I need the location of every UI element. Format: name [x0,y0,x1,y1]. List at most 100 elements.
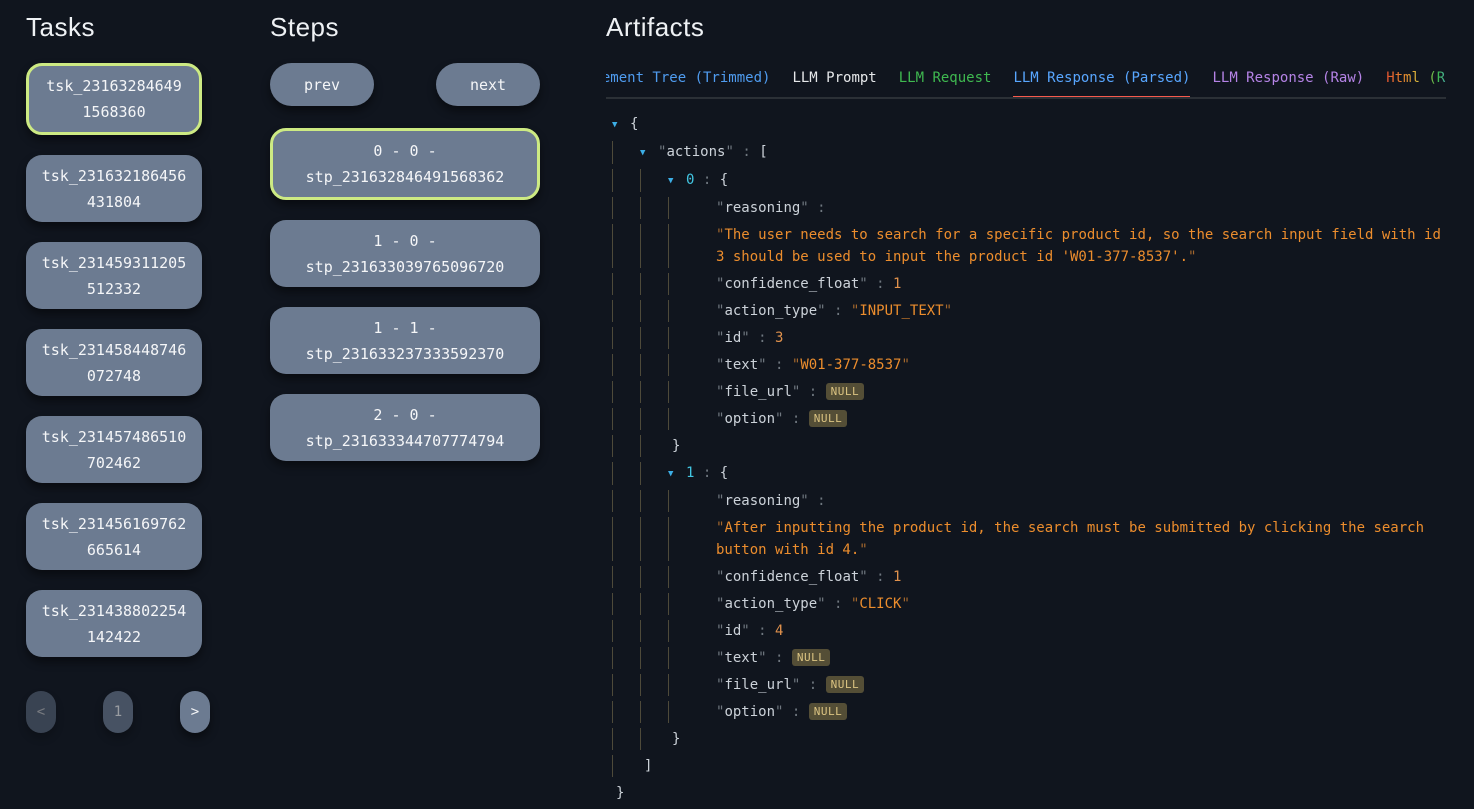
json-line: "confidence_float" : 1 [606,566,1446,593]
json-line-content: "action_type" : "INPUT_TEXT" [696,300,952,322]
task-button[interactable]: tsk_231632186456431804 [26,155,202,222]
artifact-tab[interactable]: LLM Prompt [792,70,876,97]
json-line: "The user needs to search for a specific… [606,224,1446,273]
json-line: ▼{ [606,113,1446,141]
indent-guide [640,273,668,295]
json-line-content: "The user needs to search for a specific… [696,224,1446,268]
json-line-content: { [630,113,638,136]
step-button[interactable]: 1 - 1 - stp_231633237333592370 [270,307,540,374]
next-step-button[interactable]: next [436,63,540,106]
step-button[interactable]: 2 - 0 - stp_231633344707774794 [270,394,540,461]
indent-guide [612,593,640,615]
indent-guide [668,300,696,322]
json-line-content: "reasoning" : [696,197,826,219]
json-line-content: "confidence_float" : 1 [696,566,901,588]
indent-guide [668,674,696,696]
indent-guide [612,674,640,696]
null-badge: NULL [809,703,848,720]
json-line-content: ] [640,755,652,777]
indent-guide [612,224,640,268]
json-line-content: "text" : NULL [696,647,830,669]
indent-guide [612,701,640,723]
task-button[interactable]: tsk_231438802254142422 [26,590,202,657]
json-line: ▼1 : { [606,462,1446,490]
task-list: tsk_231632846491568360 tsk_23163218645643… [26,63,210,657]
json-line-content: "After inputting the product id, the sea… [696,517,1446,561]
indent-guide [640,517,668,561]
indent-guide [640,647,668,669]
step-button[interactable]: 1 - 0 - stp_231633039765096720 [270,220,540,287]
json-line: "option" : NULL [606,408,1446,435]
indent-guide [612,435,640,457]
json-line-content: "file_url" : NULL [696,674,864,696]
indent-guide [668,327,696,349]
task-button[interactable]: tsk_231457486510702462 [26,416,202,483]
indent-guide [612,354,640,376]
task-button[interactable]: tsk_231632846491568360 [26,63,202,135]
indent-guide [612,647,640,669]
indent-guide [668,354,696,376]
collapse-toggle-icon[interactable]: ▼ [668,169,686,192]
task-button[interactable]: tsk_231459311205512332 [26,242,202,309]
indent-guide [640,381,668,403]
json-line-content: } [668,435,680,457]
artifact-tab[interactable]: LLM Response (Parsed) [1013,70,1190,99]
null-badge: NULL [809,410,848,427]
artifact-tab[interactable]: Html (Raw) [1386,70,1446,97]
indent-guide [668,566,696,588]
indent-guide [668,197,696,219]
pagination-prev-button[interactable]: < [26,691,56,733]
null-badge: NULL [826,383,865,400]
indent-guide [640,490,668,512]
task-button[interactable]: tsk_231458448746072748 [26,329,202,396]
step-button[interactable]: 0 - 0 - stp_231632846491568362 [270,128,540,200]
indent-guide [612,517,640,561]
pagination-next-button[interactable]: > [180,691,210,733]
collapse-toggle-icon[interactable]: ▼ [640,141,658,164]
artifact-tab[interactable]: LLM Response (Raw) [1212,70,1364,97]
task-button[interactable]: tsk_231456169762665614 [26,503,202,570]
artifact-tab[interactable]: LLM Request [899,70,992,97]
indent-guide [640,327,668,349]
json-line: } [606,435,1446,462]
indent-guide [612,169,640,192]
artifacts-panel: Artifacts Element Tree (Trimmed) LLM Prom… [606,12,1446,809]
pagination-page-button[interactable]: 1 [103,691,133,733]
indent-guide [612,462,640,485]
collapse-toggle-icon[interactable]: ▼ [612,113,630,136]
indent-guide [612,408,640,430]
json-line: "After inputting the product id, the sea… [606,517,1446,566]
indent-guide [612,327,640,349]
collapse-toggle-icon[interactable]: ▼ [668,462,686,485]
json-viewer: ▼{▼"actions" : [▼0 : {"reasoning" :"The … [606,113,1446,809]
indent-guide [640,593,668,615]
json-line-content: "text" : "W01-377-8537" [696,354,910,376]
indent-guide [668,517,696,561]
tasks-panel: Tasks tsk_231632846491568360 tsk_23163218… [26,12,210,733]
tasks-pagination: < 1 > [26,691,210,733]
json-line: "option" : NULL [606,701,1446,728]
json-line: "file_url" : NULL [606,674,1446,701]
indent-guide [640,300,668,322]
indent-guide [668,490,696,512]
artifact-tab[interactable]: Element Tree (Trimmed) [606,70,770,97]
steps-panel: Steps prev next 0 - 0 - stp_231632846491… [270,12,540,481]
indent-guide [640,224,668,268]
indent-guide [640,674,668,696]
indent-guide [640,408,668,430]
json-line-content: "option" : NULL [696,408,847,430]
prev-step-button[interactable]: prev [270,63,374,106]
indent-guide [640,354,668,376]
indent-guide [612,566,640,588]
indent-guide [612,141,640,164]
json-line-content: "option" : NULL [696,701,847,723]
null-badge: NULL [792,649,831,666]
tasks-title: Tasks [26,12,210,43]
indent-guide [612,273,640,295]
indent-guide [668,701,696,723]
json-line: ▼"actions" : [ [606,141,1446,169]
artifacts-title: Artifacts [606,12,1446,43]
indent-guide [640,462,668,485]
indent-guide [640,701,668,723]
json-line: "text" : NULL [606,647,1446,674]
